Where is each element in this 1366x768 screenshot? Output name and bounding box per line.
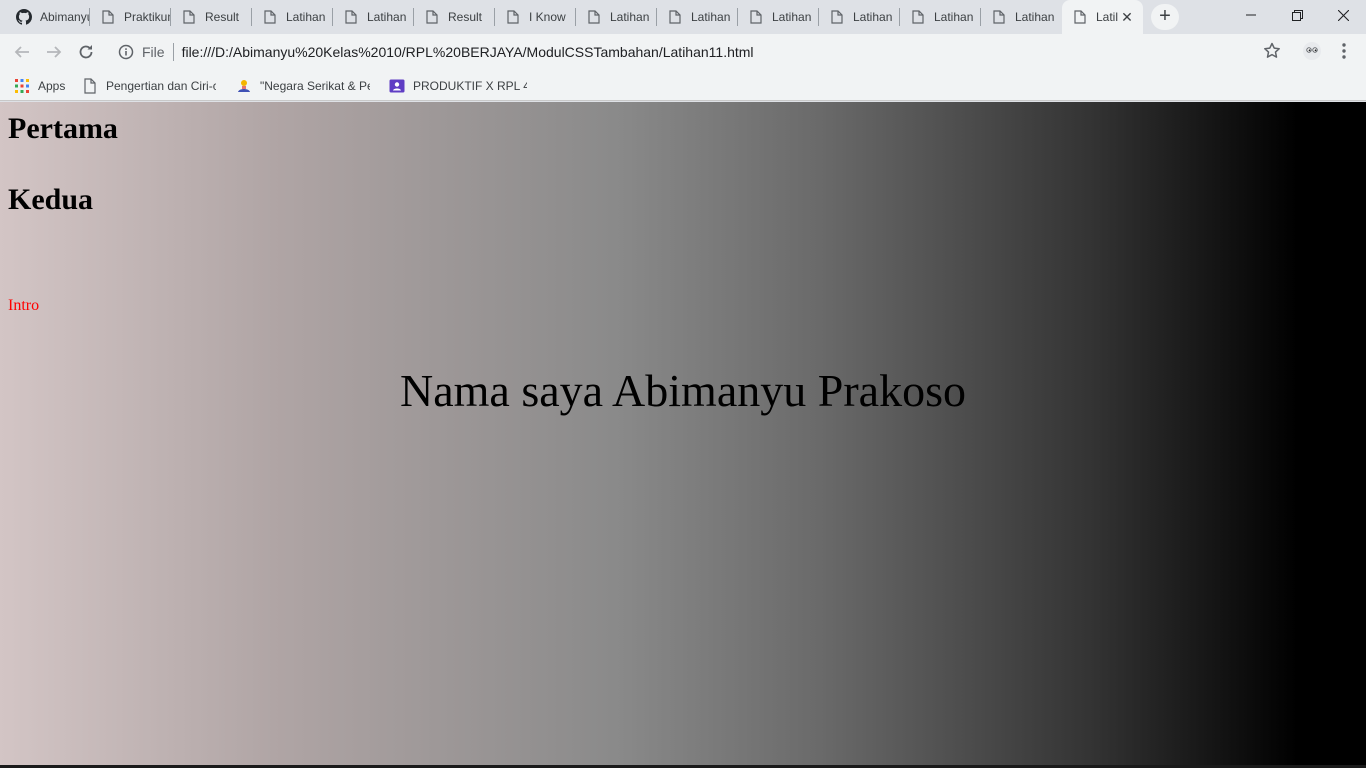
url-text[interactable]: file:///D:/Abimanyu%20Kelas%2010/RPL%20B… xyxy=(182,44,754,60)
tab-1[interactable]: Abimanyu xyxy=(6,0,90,34)
tab-label: Latihan xyxy=(691,10,731,24)
tab-label: Result xyxy=(205,10,240,24)
restore-button[interactable] xyxy=(1274,0,1320,30)
close-tab-icon[interactable]: ✕ xyxy=(1119,9,1135,25)
tab-7[interactable]: I Know xyxy=(495,0,576,34)
arrow-left-icon xyxy=(14,46,29,58)
bookmark-label: PRODUKTIF X RPL 4 - xyxy=(413,79,527,93)
scheme-label: File xyxy=(142,44,165,60)
tab-8[interactable]: Latihan xyxy=(576,0,657,34)
tab-label: Latihan xyxy=(772,10,812,24)
tab-2[interactable]: Praktikum xyxy=(90,0,171,34)
tab-label: Latil xyxy=(1096,10,1119,24)
page-icon xyxy=(181,9,197,25)
apps-grid-icon xyxy=(15,79,29,93)
tab-label: Latihan xyxy=(934,10,974,24)
name-text: Nama saya Abimanyu Prakoso xyxy=(400,365,966,416)
page-icon xyxy=(262,9,278,25)
page-icon xyxy=(586,9,602,25)
tab-13[interactable]: Latihan xyxy=(981,0,1062,34)
reload-button[interactable] xyxy=(72,38,100,66)
classroom-icon xyxy=(389,79,405,93)
bookmark-pengertian[interactable]: Pengertian dan Ciri-ci xyxy=(82,75,216,97)
intro-text: Intro xyxy=(8,297,40,314)
tab-label: Abimanyu xyxy=(40,10,90,24)
star-icon[interactable] xyxy=(1262,41,1282,61)
page-icon xyxy=(84,78,96,94)
new-tab-button[interactable]: + xyxy=(1151,4,1179,30)
page-icon xyxy=(829,9,845,25)
tab-label: Latihan xyxy=(610,10,650,24)
close-icon xyxy=(1337,9,1349,21)
page-icon xyxy=(424,9,440,25)
page-icon xyxy=(343,9,359,25)
address-bar[interactable]: File file:///D:/Abimanyu%20Kelas%2010/RP… xyxy=(108,37,1288,67)
bookmark-label: Apps xyxy=(38,79,66,93)
bookmark-label: "Negara Serikat & Pe xyxy=(260,79,370,93)
forward-button[interactable] xyxy=(40,38,68,66)
tab-11[interactable]: Latihan xyxy=(819,0,900,34)
heading-kedua: Kedua xyxy=(8,183,94,216)
tab-strip: Abimanyu Praktikum Result Latihan Latiha… xyxy=(0,0,1366,34)
minimize-icon xyxy=(1246,14,1256,16)
bookmark-label: Pengertian dan Ciri-ci xyxy=(106,79,216,93)
bookmarks-bar: Apps Pengertian dan Ciri-ci "Negara Seri… xyxy=(0,70,1366,101)
bookmark-apps[interactable]: Apps xyxy=(14,75,65,97)
tab-5[interactable]: Latihan xyxy=(333,0,414,34)
kebab-menu-icon[interactable] xyxy=(1336,41,1352,61)
page-icon xyxy=(991,9,1007,25)
github-icon xyxy=(16,9,32,25)
tab-label: Latihan xyxy=(853,10,893,24)
page-icon xyxy=(748,9,764,25)
tab-9[interactable]: Latihan xyxy=(657,0,738,34)
tab-4[interactable]: Latihan xyxy=(252,0,333,34)
bookmark-negara-serikat[interactable]: "Negara Serikat & Pe xyxy=(236,75,370,97)
tab-label: Latihan xyxy=(367,10,407,24)
page-icon xyxy=(505,9,521,25)
tab-3[interactable]: Result xyxy=(171,0,252,34)
profile-avatar-icon[interactable] xyxy=(1302,41,1322,61)
restore-icon xyxy=(1291,9,1303,21)
tab-6[interactable]: Result xyxy=(414,0,495,34)
omnibox-separator xyxy=(172,43,174,61)
tab-12[interactable]: Latihan xyxy=(900,0,981,34)
minimize-button[interactable] xyxy=(1228,0,1274,30)
arrow-right-icon xyxy=(47,46,62,58)
tab-label: Latihan xyxy=(286,10,326,24)
tab-14-active[interactable]: Latil ✕ xyxy=(1062,0,1143,34)
info-icon[interactable] xyxy=(118,44,134,60)
tab-label: Praktikum xyxy=(124,10,171,24)
heading-pertama: Pertama xyxy=(8,112,118,145)
back-button[interactable] xyxy=(8,38,36,66)
page-viewport: Pertama Kedua Intro Nama saya Abimanyu P… xyxy=(0,102,1366,768)
reload-icon xyxy=(79,45,93,59)
toolbar: File file:///D:/Abimanyu%20Kelas%2010/RP… xyxy=(0,34,1366,70)
page-icon xyxy=(667,9,683,25)
site-favicon-icon xyxy=(238,80,250,92)
tab-label: I Know xyxy=(529,10,566,24)
page-icon xyxy=(910,9,926,25)
tab-10[interactable]: Latihan xyxy=(738,0,819,34)
bookmark-produktif[interactable]: PRODUKTIF X RPL 4 - xyxy=(389,75,527,97)
tab-label: Latihan xyxy=(1015,10,1055,24)
page-icon xyxy=(100,9,116,25)
tab-label: Result xyxy=(448,10,483,24)
close-window-button[interactable] xyxy=(1320,0,1366,30)
page-icon xyxy=(1072,9,1088,25)
